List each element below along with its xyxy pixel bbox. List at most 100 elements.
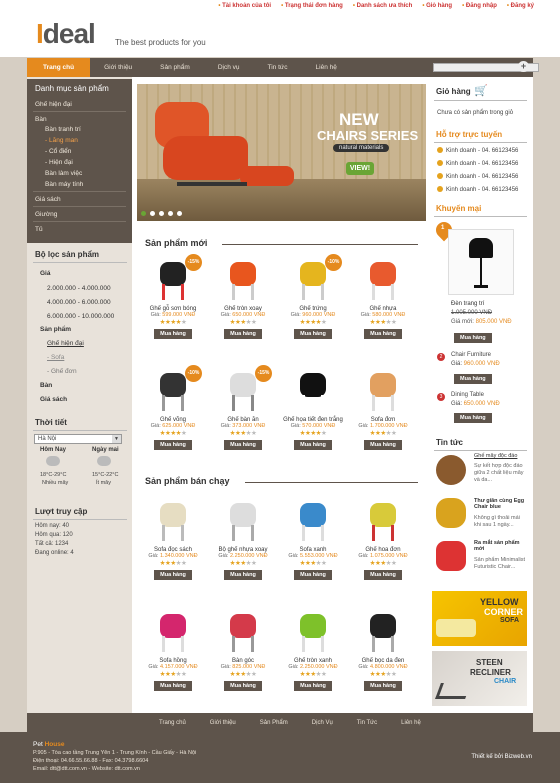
- logo[interactable]: Ideal: [36, 18, 96, 50]
- product-card[interactable]: Sofa hồng Giá: 4.157.000 VNĐ ★★★★★ Mua hàng: [140, 608, 206, 691]
- product-image[interactable]: [290, 608, 336, 656]
- filter-range-3[interactable]: 6.000.000 - 10.000.000: [47, 313, 114, 320]
- steen-recliner-banner[interactable]: STEEN RECLINER CHAIR: [432, 651, 527, 706]
- nav-contact[interactable]: Liên hệ: [302, 58, 351, 77]
- product-image[interactable]: -10%: [290, 254, 342, 304]
- news-thumb[interactable]: [436, 498, 466, 528]
- product-image[interactable]: [360, 256, 406, 304]
- buy-button[interactable]: Mua hàng: [364, 329, 402, 339]
- product-card[interactable]: Sofa đọc sách Giá: 1.340.000 VNĐ ★★★★★ Mua …: [140, 497, 206, 580]
- cat-ghe-hien-dai[interactable]: Ghế hiện đại: [35, 101, 72, 108]
- promo-item-2-buy[interactable]: Mua hàng: [454, 374, 492, 384]
- product-card[interactable]: -10% Ghế võng Giá: 625.000 VNĐ ★★★★★ Mua hàn…: [140, 365, 206, 450]
- nav-home[interactable]: Trang chủ: [27, 58, 91, 77]
- buy-button[interactable]: Mua hàng: [294, 681, 332, 691]
- cart-link[interactable]: Giỏ hàng: [422, 3, 452, 9]
- product-card[interactable]: Bộ ghế nhựa xoay Giá: 2.250.000 VNĐ ★★★★★ M…: [210, 497, 276, 580]
- search-button[interactable]: +: [518, 61, 529, 72]
- yellow-corner-sofa-banner[interactable]: YELLOW CORNER SOFA: [432, 591, 527, 646]
- buy-button[interactable]: Mua hàng: [364, 570, 402, 580]
- news-item-1-title[interactable]: Ghế mây độc đáo: [474, 453, 527, 459]
- footer-nav-services[interactable]: Dịch Vụ: [300, 720, 345, 726]
- filter-price[interactable]: Giá: [40, 270, 50, 277]
- product-card[interactable]: Ghế nhựa Giá: 580.000 VNĐ ★★★★★ Mua hàng: [350, 256, 416, 339]
- buy-button[interactable]: Mua hàng: [364, 440, 402, 450]
- filter-range-2[interactable]: 4.000.000 - 6.000.000: [47, 299, 111, 306]
- nav-news[interactable]: Tin tức: [254, 58, 302, 77]
- cat-gia-sach[interactable]: Giá sách: [35, 196, 61, 203]
- buy-button[interactable]: Mua hàng: [224, 681, 262, 691]
- buy-button[interactable]: Mua hàng: [294, 440, 332, 450]
- hero-slider[interactable]: NEW CHAIRS SERIES natural materials VIEW…: [137, 84, 426, 221]
- product-card[interactable]: Ghế bọc da đen Giá: 4.800.000 VNĐ ★★★★★ Mua…: [350, 608, 416, 691]
- product-image[interactable]: [150, 608, 196, 656]
- buy-button[interactable]: Mua hàng: [154, 440, 192, 450]
- product-card[interactable]: Sofa xanh Giá: 5.553.000 VNĐ ★★★★★ Mua hàng: [280, 497, 346, 580]
- product-card[interactable]: -15% Ghế bàn ăn Giá: 373.000 VNĐ ★★★★★ Mua h…: [210, 365, 276, 450]
- product-image[interactable]: -15%: [150, 254, 202, 304]
- wishlist-link[interactable]: Danh sách ưa thích: [353, 3, 413, 9]
- product-image[interactable]: [360, 497, 406, 545]
- support-row[interactable]: Kinh doanh - 04. 66123456: [437, 186, 518, 193]
- product-image[interactable]: [290, 497, 336, 545]
- buy-button[interactable]: Mua hàng: [224, 440, 262, 450]
- product-card[interactable]: Ghế hoa đơn Giá: 1.075.000 VNĐ ★★★★★ Mua hà…: [350, 497, 416, 580]
- product-image[interactable]: [150, 497, 196, 545]
- register-link[interactable]: Đăng ký: [507, 3, 534, 9]
- filter-range-1[interactable]: 2.000.000 - 4.000.000: [47, 285, 111, 292]
- product-card[interactable]: -10% Ghế trứng Giá: 960.000 VNĐ ★★★★★ Mua hà…: [280, 254, 346, 339]
- login-link[interactable]: Đăng nhập: [462, 3, 497, 9]
- product-image[interactable]: [360, 608, 406, 656]
- city-select[interactable]: Hà Nội ▼: [34, 434, 122, 444]
- product-card[interactable]: -15% Ghế gỗ sơn bóng Giá: 599.000 VNĐ ★★★★★…: [140, 254, 206, 339]
- lamp-image[interactable]: [448, 229, 514, 295]
- promo-buy-button[interactable]: Mua hàng: [454, 333, 492, 343]
- buy-button[interactable]: Mua hàng: [364, 681, 402, 691]
- product-image[interactable]: [290, 367, 336, 415]
- cat-giuong[interactable]: Giường: [35, 211, 57, 218]
- order-status-link[interactable]: Trạng thái đơn hàng: [281, 3, 343, 9]
- footer-nav-home[interactable]: Trang chủ: [147, 720, 198, 726]
- product-image[interactable]: [220, 497, 266, 545]
- promo-item-2-name[interactable]: Chair Furniture: [451, 352, 491, 358]
- buy-button[interactable]: Mua hàng: [154, 681, 192, 691]
- promo-item-3-name[interactable]: Dining Table: [451, 392, 484, 398]
- footer-nav-products[interactable]: Sản Phẩm: [248, 720, 300, 726]
- product-card[interactable]: Sofa đơn Giá: 1.700.000 VNĐ ★★★★★ Mua hàng: [350, 367, 416, 450]
- support-row[interactable]: Kinh doanh - 04. 66123456: [437, 147, 518, 154]
- cat-hien-dai[interactable]: - Hiện đại: [45, 159, 73, 166]
- slide-view-button[interactable]: VIEW!: [346, 162, 374, 175]
- cat-tu[interactable]: Tủ: [35, 226, 43, 233]
- product-card[interactable]: Ghế họa tiết đen trắng Giá: 570.000 VNĐ ★★…: [280, 367, 346, 450]
- buy-button[interactable]: Mua hàng: [154, 329, 192, 339]
- cart-icon[interactable]: 🛒: [474, 84, 488, 97]
- buy-button[interactable]: Mua hàng: [294, 570, 332, 580]
- promo-item-3-buy[interactable]: Mua hàng: [454, 413, 492, 423]
- filter-modern-chair[interactable]: Ghế hiện đại: [47, 340, 84, 347]
- cat-ban-may-tinh[interactable]: Bàn máy tính: [45, 181, 83, 188]
- footer-nav-about[interactable]: Giới thiệu: [198, 720, 248, 726]
- footer-nav-contact[interactable]: Liên hệ: [389, 720, 433, 726]
- filter-sofa[interactable]: - Sofa: [47, 354, 64, 361]
- slider-dots[interactable]: [141, 211, 182, 216]
- product-image[interactable]: [220, 608, 266, 656]
- filter-single-chair[interactable]: - Ghế đơn: [47, 368, 77, 375]
- footer-nav-news[interactable]: Tin Tức: [345, 720, 389, 726]
- news-thumb[interactable]: [436, 455, 466, 485]
- filter-bookshelf[interactable]: Giá sách: [40, 396, 67, 403]
- buy-button[interactable]: Mua hàng: [224, 329, 262, 339]
- support-row[interactable]: Kinh doanh - 04. 66123456: [437, 160, 518, 167]
- buy-button[interactable]: Mua hàng: [224, 570, 262, 580]
- nav-about[interactable]: Giới thiệu: [90, 58, 146, 77]
- buy-button[interactable]: Mua hàng: [154, 570, 192, 580]
- news-thumb[interactable]: [436, 541, 466, 571]
- product-image[interactable]: [360, 367, 406, 415]
- filter-table[interactable]: Bàn: [40, 382, 52, 389]
- nav-products[interactable]: Sản phẩm: [146, 58, 204, 77]
- cat-co-dien[interactable]: - Cổ điển: [45, 148, 71, 155]
- cat-ban-trang-tri[interactable]: Bàn tranh trí: [45, 126, 81, 133]
- my-account-link[interactable]: Tài khoản của tôi: [218, 3, 271, 9]
- news-item-2-title[interactable]: Thư giãn cùng Egg Chair blue: [474, 498, 527, 510]
- cat-lang-man[interactable]: - Lăng man: [45, 137, 78, 144]
- support-row[interactable]: Kinh doanh - 04. 66123456: [437, 173, 518, 180]
